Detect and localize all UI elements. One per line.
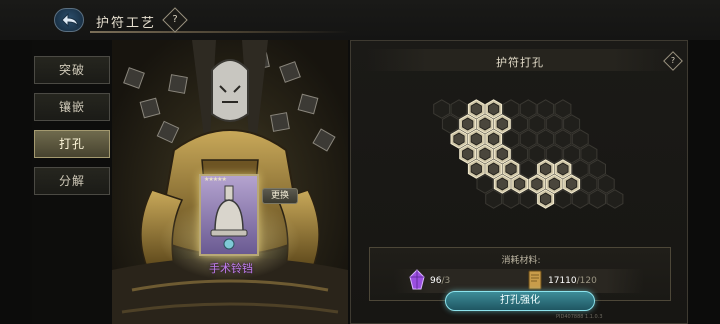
page-title: 护符工艺 xyxy=(96,16,157,31)
hex-slot-locked[interactable] xyxy=(502,189,520,209)
hex-slot-locked[interactable] xyxy=(554,99,572,119)
hex-slot-locked[interactable] xyxy=(450,99,468,119)
menu-item-label: 分解 xyxy=(58,174,85,188)
scroll-have: 17110 xyxy=(548,276,577,286)
hex-slot-opened[interactable] xyxy=(459,144,477,164)
hex-slot-opened[interactable] xyxy=(485,159,503,179)
hex-slot-locked[interactable] xyxy=(537,99,555,119)
menu-item-label: 镶嵌 xyxy=(58,100,85,114)
hex-slot-locked[interactable] xyxy=(441,114,459,134)
hex-slot-locked[interactable] xyxy=(485,189,503,209)
menu-item-label: 打孔 xyxy=(58,137,85,151)
hex-slot-locked[interactable] xyxy=(580,144,598,164)
hex-slot-opened[interactable] xyxy=(537,189,555,209)
scroll-count: 17110/120 xyxy=(548,276,597,286)
hex-slot-opened[interactable] xyxy=(476,114,494,134)
hex-slot-opened[interactable] xyxy=(554,159,572,179)
hex-slot-locked[interactable] xyxy=(528,114,546,134)
hex-slot-locked[interactable] xyxy=(589,189,606,209)
materials-row: 96/3 17110/120 xyxy=(394,269,644,293)
amulet-name: 手术铃铛 xyxy=(209,262,253,275)
left-gutter xyxy=(0,40,32,324)
hex-slot-opened[interactable] xyxy=(537,159,555,179)
hex-slot-locked[interactable] xyxy=(476,174,494,194)
hex-slot-locked[interactable] xyxy=(545,114,563,134)
menu-item-inlay[interactable]: 镶嵌 xyxy=(34,93,110,121)
hex-slot-locked[interactable] xyxy=(528,144,546,164)
hex-slot-opened[interactable] xyxy=(511,174,529,194)
hex-slot-locked[interactable] xyxy=(519,99,537,119)
hex-slot-locked[interactable] xyxy=(519,129,537,149)
hex-slot-opened[interactable] xyxy=(467,159,485,179)
punch-enhance-button[interactable]: 打孔强化 xyxy=(445,291,595,311)
hex-slot-locked[interactable] xyxy=(433,99,451,119)
hex-slot-locked[interactable] xyxy=(519,189,537,209)
hex-slot-opened[interactable] xyxy=(450,129,468,149)
crystal-count: 96/3 xyxy=(430,276,450,286)
hex-slot-locked[interactable] xyxy=(563,144,581,164)
hex-slot-opened[interactable] xyxy=(493,114,511,134)
hex-slot-locked[interactable] xyxy=(571,189,589,209)
scroll-need: /120 xyxy=(576,276,597,286)
hex-slot-locked[interactable] xyxy=(597,174,615,194)
crystal-need: /3 xyxy=(441,276,451,286)
back-arrow-icon xyxy=(61,12,79,28)
hex-slot-locked[interactable] xyxy=(589,159,606,179)
menu-item-label: 突破 xyxy=(58,63,85,77)
hex-slot-locked[interactable] xyxy=(537,129,555,149)
hex-slot-locked[interactable] xyxy=(563,114,581,134)
hex-slot-locked[interactable] xyxy=(511,144,529,164)
title-divider xyxy=(90,31,350,33)
back-button[interactable] xyxy=(54,8,84,32)
hex-slot-opened[interactable] xyxy=(485,129,503,149)
hex-slot-opened[interactable] xyxy=(485,99,503,119)
hex-slot-locked[interactable] xyxy=(502,99,520,119)
hex-slot-board[interactable] xyxy=(351,41,689,241)
right-gutter xyxy=(688,40,720,324)
hex-slot-locked[interactable] xyxy=(580,174,598,194)
hex-slot-opened[interactable] xyxy=(459,114,477,134)
materials-title: 消耗材料: xyxy=(501,256,541,266)
hex-slot-opened[interactable] xyxy=(563,174,581,194)
hex-slot-locked[interactable] xyxy=(606,189,624,209)
menu-item-breakthrough[interactable]: 突破 xyxy=(34,56,110,84)
hex-slot-opened[interactable] xyxy=(502,159,520,179)
hex-slot-locked[interactable] xyxy=(571,159,589,179)
hex-slot-opened[interactable] xyxy=(467,129,485,149)
punch-panel: 护符打孔 ? 消耗材料: 96/3 17110/120 打孔强化 xyxy=(350,40,688,324)
bell-icon xyxy=(210,185,248,250)
hex-slot-locked[interactable] xyxy=(571,129,589,149)
hex-slot-locked[interactable] xyxy=(511,114,529,134)
version-label: PID407888 1.1.0.3 xyxy=(556,314,603,320)
hex-slot-opened[interactable] xyxy=(545,174,563,194)
hex-slot-locked[interactable] xyxy=(519,159,537,179)
star-rating: ★★★★★ xyxy=(204,176,227,183)
hex-slot-opened[interactable] xyxy=(528,174,546,194)
hex-slot-opened[interactable] xyxy=(493,174,511,194)
hex-slot-opened[interactable] xyxy=(476,144,494,164)
hex-slot-locked[interactable] xyxy=(545,144,563,164)
hex-slot-locked[interactable] xyxy=(502,129,520,149)
scroll-icon xyxy=(528,270,542,290)
swap-button[interactable]: 更换 xyxy=(262,188,298,204)
side-menu: 突破 镶嵌 打孔 分解 xyxy=(34,56,110,204)
crystal-have: 96 xyxy=(430,276,442,286)
purple-crystal-icon xyxy=(409,269,425,290)
hex-slot-opened[interactable] xyxy=(467,99,485,119)
menu-item-punch[interactable]: 打孔 xyxy=(34,130,110,158)
menu-item-decompose[interactable]: 分解 xyxy=(34,167,110,195)
amulet-card[interactable] xyxy=(199,174,259,256)
hex-slot-locked[interactable] xyxy=(554,189,572,209)
question-diamond-icon: ? xyxy=(172,14,178,25)
hex-slot-opened[interactable] xyxy=(493,144,511,164)
hex-slot-locked[interactable] xyxy=(554,129,572,149)
